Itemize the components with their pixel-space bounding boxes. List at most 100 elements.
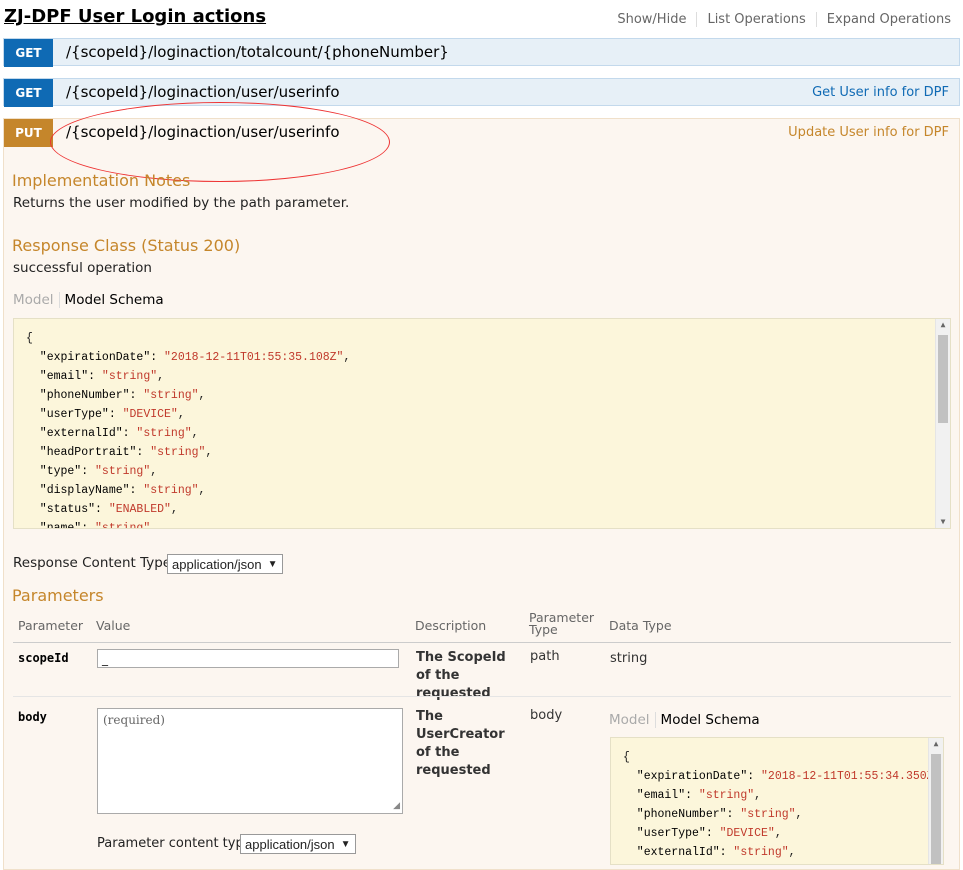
- schema-value: "string": [740, 808, 796, 821]
- schema-line: "phoneNumber": "string",: [26, 389, 206, 402]
- schema-value: "2018-12-11T01:55:34.350Z": [761, 770, 941, 783]
- schema-value: "DEVICE": [719, 827, 775, 840]
- method-badge[interactable]: GET: [4, 79, 53, 107]
- schema-value: "string": [143, 484, 199, 497]
- schema-value: "DEVICE": [122, 408, 178, 421]
- scopeid-input[interactable]: _: [97, 649, 399, 668]
- schema-value: "string": [101, 370, 158, 383]
- param-desc-body: The UserCreator of the requested: [416, 709, 505, 778]
- schema-line: "email": "string",: [26, 370, 165, 383]
- param-name-body: body: [18, 710, 47, 724]
- schema-key: "type":: [26, 465, 96, 478]
- body-model-tabs: Model Model Schema: [609, 712, 760, 728]
- chevron-down-icon: ▼: [340, 838, 351, 850]
- schema-key: "name":: [26, 522, 96, 529]
- schema-line: "userType": "DEVICE",: [623, 827, 782, 840]
- response-schema-code: { "expirationDate": "2018-12-11T01:55:35…: [14, 319, 950, 529]
- schema-line: "headPortrait": "string",: [26, 446, 213, 459]
- operation-get-userinfo[interactable]: GET /{scopeId}/loginaction/user/userinfo…: [3, 78, 960, 107]
- operation-path[interactable]: /{scopeId}/loginaction/totalcount/{phone…: [66, 43, 449, 61]
- scroll-thumb[interactable]: [931, 754, 941, 864]
- scroll-up-arrow-icon[interactable]: ▲: [936, 319, 950, 331]
- col-description: Description: [415, 618, 487, 633]
- resize-handle-icon[interactable]: ◢: [393, 801, 400, 811]
- tab-model-schema[interactable]: Model Schema: [60, 292, 164, 308]
- body-textarea[interactable]: (required) ◢: [97, 708, 403, 814]
- scroll-thumb[interactable]: [938, 335, 948, 423]
- schema-line: "status": "ENABLED",: [26, 503, 178, 516]
- operation-summary[interactable]: Get User info for DPF: [812, 85, 949, 100]
- schema-key: "expirationDate":: [623, 770, 762, 783]
- page-title[interactable]: ZJ-DPF User Login actions: [4, 6, 266, 27]
- response-content-type-label: Response Content Type: [13, 555, 172, 571]
- param-content-type-select[interactable]: application/json ▼: [240, 834, 356, 854]
- schema-line: "externalId": "string",: [26, 427, 199, 440]
- schema-line: "phoneNumber": "string",: [623, 808, 803, 821]
- schema-line: "externalId": "string",: [623, 846, 796, 859]
- col-parameter: Parameter: [18, 618, 84, 633]
- chevron-down-icon: ▼: [267, 558, 278, 570]
- operation-path[interactable]: /{scopeId}/loginaction/user/userinfo: [66, 83, 340, 101]
- schema-key: "phoneNumber":: [623, 808, 741, 821]
- method-badge[interactable]: GET: [4, 39, 53, 67]
- method-badge[interactable]: PUT: [4, 119, 53, 147]
- param-datatype-scopeid: string: [610, 651, 648, 666]
- schema-key: "email":: [26, 370, 102, 383]
- scroll-down-arrow-icon[interactable]: ▼: [936, 516, 950, 528]
- row-divider: [13, 696, 951, 697]
- body-schema-scrollbar[interactable]: ▲: [928, 738, 943, 864]
- schema-line: "userType": "DEVICE",: [26, 408, 185, 421]
- response-schema-box[interactable]: { "expirationDate": "2018-12-11T01:55:35…: [13, 318, 951, 529]
- response-class-heading: Response Class (Status 200): [12, 236, 241, 255]
- schema-key: "externalId":: [26, 427, 137, 440]
- param-content-type-label: Parameter content type:: [97, 836, 257, 851]
- operation-path[interactable]: /{scopeId}/loginaction/user/userinfo: [66, 123, 340, 141]
- expand-operations-link[interactable]: Expand Operations: [817, 12, 951, 27]
- schema-line: "displayName": "string",: [26, 484, 206, 497]
- schema-key: "expirationDate":: [26, 351, 165, 364]
- list-operations-link[interactable]: List Operations: [697, 12, 817, 27]
- tab-model-schema[interactable]: Model Schema: [656, 712, 760, 728]
- schema-key: "status":: [26, 503, 109, 516]
- body-schema-code: { "expirationDate": "2018-12-11T01:55:34…: [611, 738, 943, 864]
- schema-key: "headPortrait":: [26, 446, 151, 459]
- param-type-scopeid: path: [530, 649, 560, 664]
- schema-line: "expirationDate": "2018-12-11T01:55:35.1…: [26, 351, 351, 364]
- schema-line: "expirationDate": "2018-12-11T01:55:34.3…: [623, 770, 943, 783]
- col-value: Value: [96, 618, 131, 633]
- tab-model[interactable]: Model: [13, 292, 60, 308]
- operation-summary[interactable]: Update User info for DPF: [788, 125, 949, 140]
- schema-key: "displayName":: [26, 484, 144, 497]
- response-class-text: successful operation: [13, 260, 152, 276]
- schema-line: "type": "string",: [26, 465, 158, 478]
- schema-value: "string": [143, 389, 199, 402]
- col-data-type: Data Type: [609, 618, 672, 633]
- parameters-heading: Parameters: [12, 586, 104, 605]
- select-value: application/json: [245, 836, 335, 852]
- implementation-notes-heading: Implementation Notes: [12, 171, 191, 190]
- schema-value: "string": [733, 846, 789, 859]
- param-name-scopeid: scopeId: [18, 651, 69, 665]
- schema-key: "email":: [623, 789, 699, 802]
- schema-key: "externalId":: [623, 846, 734, 859]
- scroll-up-arrow-icon[interactable]: ▲: [929, 738, 943, 750]
- header-divider: [13, 642, 951, 643]
- schema-value: "ENABLED": [108, 503, 171, 516]
- operation-get-totalcount[interactable]: GET /{scopeId}/loginaction/totalcount/{p…: [3, 38, 960, 67]
- show-hide-link[interactable]: Show/Hide: [607, 12, 698, 27]
- schema-line: "name": "string",: [26, 522, 157, 529]
- param-desc-scopeid: The ScopeId of the requested: [416, 650, 506, 701]
- schema-value: "string": [150, 446, 206, 459]
- select-value: application/json: [172, 556, 262, 572]
- param-type-body: body: [530, 708, 563, 723]
- schema-value: "string": [95, 465, 151, 478]
- schema-line: "email": "string",: [623, 789, 762, 802]
- response-content-type-select[interactable]: application/json ▼: [167, 554, 283, 574]
- body-schema-box[interactable]: { "expirationDate": "2018-12-11T01:55:34…: [610, 737, 944, 865]
- scopeid-input-value: _: [102, 652, 108, 666]
- schema-key: "phoneNumber":: [26, 389, 144, 402]
- schema-key: "userType":: [623, 827, 720, 840]
- body-textarea-placeholder: (required): [103, 713, 165, 727]
- tab-model[interactable]: Model: [609, 712, 656, 728]
- response-schema-scrollbar[interactable]: ▲ ▼: [935, 319, 950, 528]
